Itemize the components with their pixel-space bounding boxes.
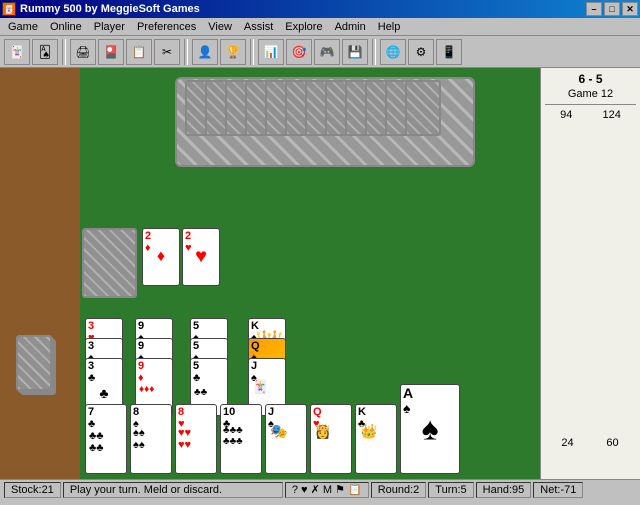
score-panel: 6 - 5 Game 12 94 124 24 60 — [540, 68, 640, 479]
net-score: Net:-71 — [533, 482, 583, 498]
help-icons: ? ♥ ✗ M ⚑ 📋 — [285, 482, 369, 498]
stock-back-3 — [16, 335, 52, 391]
tb-player2[interactable]: 🏆 — [220, 39, 246, 65]
titlebar-left: 🃏 Rummy 500 by MeggieSoft Games — [2, 2, 200, 16]
minimize-button[interactable]: – — [586, 2, 602, 16]
left-pile — [0, 68, 80, 479]
tb-card2[interactable]: 🎴 — [98, 39, 124, 65]
card-qh[interactable]: Q♥ 👸 — [310, 404, 352, 474]
tb-stats[interactable]: 📊 — [258, 39, 284, 65]
card-kc-hand[interactable]: K♣ 👑 — [355, 404, 397, 474]
opponent-hand-display — [160, 72, 530, 182]
score-values: 94 124 — [545, 109, 636, 121]
player2-bottom-score: 60 — [606, 437, 618, 449]
opp-left-back — [82, 228, 137, 298]
tb-meld[interactable]: 🎯 — [286, 39, 312, 65]
round-info: Round:2 — [371, 482, 427, 498]
player1-score: 94 — [560, 109, 572, 121]
tb-sep4 — [372, 39, 376, 65]
tb-mobile[interactable]: 📱 — [436, 39, 462, 65]
card-8h[interactable]: 8♥ ♥♥♥♥ — [175, 404, 217, 474]
window-title: Rummy 500 by MeggieSoft Games — [20, 3, 200, 15]
score-divider — [545, 104, 636, 105]
game-number: Game 12 — [545, 88, 636, 100]
app-icon: 🃏 — [2, 2, 16, 16]
hand-score: Hand:95 — [476, 482, 532, 498]
card-as[interactable]: A♠ ♠ — [400, 384, 460, 474]
tb-cut[interactable]: ✂ — [154, 39, 180, 65]
tb-copy[interactable]: 📋 — [126, 39, 152, 65]
tb-sep2 — [184, 39, 188, 65]
toolbar: 🃏 🂡 🖨 🎴 📋 ✂ 👤 🏆 📊 🎯 🎮 💾 🌐 ⚙ 📱 — [0, 36, 640, 68]
title-bar: 🃏 Rummy 500 by MeggieSoft Games – □ ✕ — [0, 0, 640, 18]
tb-discard[interactable]: 🎮 — [314, 39, 340, 65]
card-7c[interactable]: 7♣ ♣♣♣♣ — [85, 404, 127, 474]
tb-sep1 — [62, 39, 66, 65]
tb-save[interactable]: 💾 — [342, 39, 368, 65]
tb-print[interactable]: 🖨 — [70, 39, 96, 65]
tb-open[interactable]: 🂡 — [32, 39, 58, 65]
menu-view[interactable]: View — [202, 20, 238, 34]
menu-admin[interactable]: Admin — [329, 20, 372, 34]
stock-count: Stock:21 — [4, 482, 61, 498]
tb-settings[interactable]: ⚙ — [408, 39, 434, 65]
tb-new[interactable]: 🃏 — [4, 39, 30, 65]
menu-bar: Game Online Player Preferences View Assi… — [0, 18, 640, 36]
opp-card-12 — [405, 80, 441, 136]
card-10c[interactable]: 10♣ ♣♣♣♣♣♣ — [220, 404, 262, 474]
status-message: Play your turn. Meld or discard. — [63, 482, 283, 498]
titlebar-buttons[interactable]: – □ ✕ — [586, 2, 638, 16]
score-bottom: 24 60 — [545, 437, 635, 449]
turn-info: Turn:5 — [428, 482, 473, 498]
card-js-hand[interactable]: J♠ 🎭 — [265, 404, 307, 474]
menu-assist[interactable]: Assist — [238, 20, 279, 34]
maximize-button[interactable]: □ — [604, 2, 620, 16]
card-8s[interactable]: 8♠ ♠♠♠♠ — [130, 404, 172, 474]
player1-bottom-score: 24 — [561, 437, 573, 449]
game-area: 2♦ ♦ 2♥ ♥ 3♥ ♥ 3♠ 3♣ ♣ 9♠ 9♠ — [0, 68, 640, 479]
tb-player1[interactable]: 👤 — [192, 39, 218, 65]
menu-game[interactable]: Game — [2, 20, 44, 34]
card-2d[interactable]: 2♦ ♦ — [142, 228, 180, 286]
menu-online[interactable]: Online — [44, 20, 88, 34]
menu-explore[interactable]: Explore — [279, 20, 328, 34]
menu-help[interactable]: Help — [372, 20, 407, 34]
card-2h[interactable]: 2♥ ♥ — [182, 228, 220, 286]
tb-online[interactable]: 🌐 — [380, 39, 406, 65]
menu-preferences[interactable]: Preferences — [131, 20, 202, 34]
menu-player[interactable]: Player — [88, 20, 131, 34]
tb-sep3 — [250, 39, 254, 65]
score-title: 6 - 5 — [545, 72, 636, 86]
player2-score: 124 — [603, 109, 621, 121]
close-button[interactable]: ✕ — [622, 2, 638, 16]
status-bar: Stock:21 Play your turn. Meld or discard… — [0, 479, 640, 499]
